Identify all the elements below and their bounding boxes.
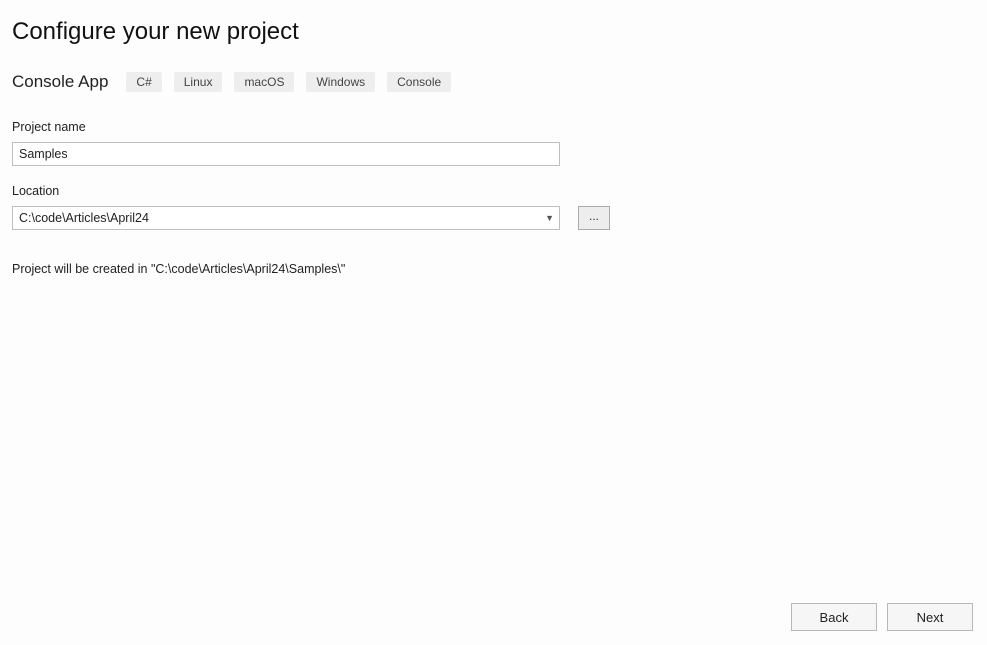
template-tag: C#	[126, 72, 161, 92]
location-input[interactable]	[12, 206, 560, 230]
location-group: Location ▼ ...	[12, 184, 975, 230]
browse-button[interactable]: ...	[578, 206, 610, 230]
template-name: Console App	[12, 72, 108, 92]
template-tag: Linux	[174, 72, 223, 92]
project-name-label: Project name	[12, 120, 975, 134]
project-name-group: Project name	[12, 120, 975, 166]
location-combo[interactable]: ▼	[12, 206, 560, 230]
page-title: Configure your new project	[12, 18, 975, 46]
template-row: Console App C# Linux macOS Windows Conso…	[12, 72, 975, 92]
template-tag: macOS	[234, 72, 294, 92]
next-button[interactable]: Next	[887, 603, 973, 631]
template-tag: Console	[387, 72, 451, 92]
location-label: Location	[12, 184, 975, 198]
back-button[interactable]: Back	[791, 603, 877, 631]
project-path-preview: Project will be created in "C:\code\Arti…	[12, 262, 975, 276]
footer-buttons: Back Next	[791, 603, 973, 631]
template-tag: Windows	[306, 72, 375, 92]
project-name-input[interactable]	[12, 142, 560, 166]
